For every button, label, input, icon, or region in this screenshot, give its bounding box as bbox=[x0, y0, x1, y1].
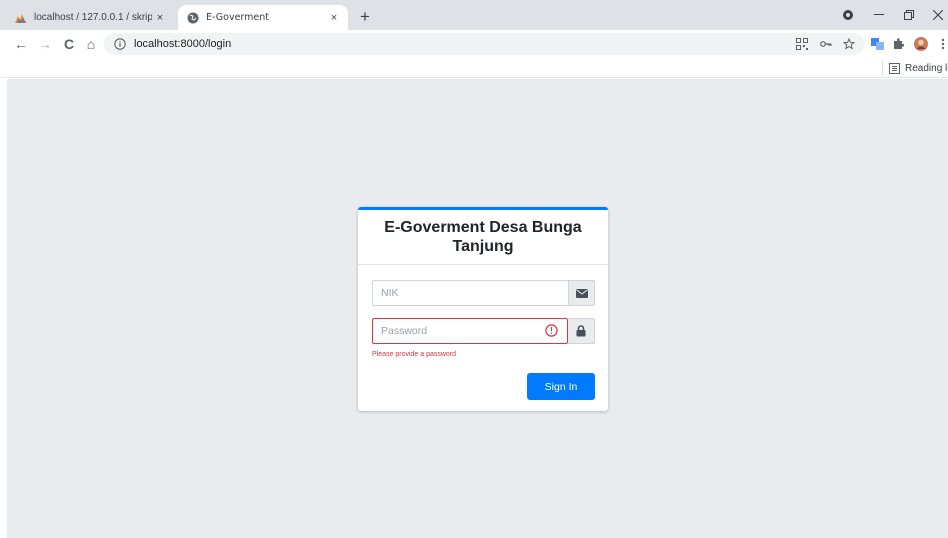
translate-extension-icon[interactable] bbox=[868, 35, 886, 53]
reload-icon[interactable]: C bbox=[60, 35, 78, 53]
back-arrow-icon[interactable]: ← bbox=[12, 35, 30, 53]
tab-phpmyadmin[interactable]: localhost / 127.0.0.1 / skripsi_am × bbox=[14, 5, 174, 30]
page-title: E-Goverment Desa Bunga Tanjung bbox=[384, 219, 582, 255]
tab-close-icon[interactable]: × bbox=[326, 10, 342, 26]
password-input-group: Password bbox=[372, 318, 595, 344]
globe-icon bbox=[186, 11, 200, 25]
sign-in-button[interactable]: Sign In bbox=[527, 373, 595, 400]
reading-list-icon bbox=[889, 62, 900, 74]
nik-field[interactable]: NIK bbox=[372, 280, 568, 306]
qr-code-icon[interactable] bbox=[793, 35, 811, 53]
bookmarks-bar: Reading list bbox=[0, 58, 948, 78]
reading-list-label: Reading list bbox=[905, 62, 948, 74]
login-card: E-Goverment Desa Bunga Tanjung NIK Passw… bbox=[358, 207, 608, 411]
phpmyadmin-favicon-icon bbox=[14, 11, 28, 25]
star-icon[interactable] bbox=[840, 35, 858, 53]
url-text: localhost:8000/login bbox=[134, 38, 232, 50]
bookmarks-separator bbox=[882, 61, 883, 75]
profile-record-icon[interactable] bbox=[838, 6, 858, 24]
login-card-header: E-Goverment Desa Bunga Tanjung bbox=[358, 210, 608, 265]
extensions-puzzle-icon[interactable] bbox=[889, 35, 907, 53]
address-bar[interactable]: localhost:8000/login bbox=[104, 33, 864, 55]
envelope-icon bbox=[568, 280, 595, 306]
password-field[interactable]: Password bbox=[372, 318, 568, 344]
key-icon[interactable] bbox=[817, 35, 835, 53]
tab-title: E-Goverment bbox=[206, 12, 270, 23]
restore-icon[interactable] bbox=[899, 6, 919, 24]
new-tab-button[interactable]: + bbox=[356, 7, 374, 26]
info-icon bbox=[114, 38, 126, 50]
password-error-message: Please provide a password bbox=[372, 351, 457, 358]
close-window-icon[interactable] bbox=[928, 6, 948, 24]
lock-icon bbox=[568, 318, 595, 344]
avatar[interactable] bbox=[912, 35, 930, 53]
menu-kebab-icon[interactable] bbox=[934, 35, 948, 53]
home-icon[interactable]: ⌂ bbox=[82, 35, 100, 53]
reading-list-button[interactable]: Reading list bbox=[889, 60, 948, 76]
tab-e-goverment[interactable]: E-Goverment × bbox=[178, 5, 348, 30]
nik-input-group: NIK bbox=[372, 280, 595, 306]
page-viewport: E-Goverment Desa Bunga Tanjung NIK Passw… bbox=[7, 79, 948, 538]
browser-tab-strip: localhost / 127.0.0.1 / skripsi_am × E-G… bbox=[0, 0, 948, 30]
forward-arrow-icon[interactable]: → bbox=[36, 35, 54, 53]
exclamation-circle-icon bbox=[545, 324, 558, 337]
tab-title: localhost / 127.0.0.1 / skripsi_am bbox=[34, 12, 152, 23]
minimize-icon[interactable] bbox=[869, 6, 889, 24]
browser-toolbar: ← → C ⌂ localhost:8000/login bbox=[0, 30, 948, 58]
tab-close-icon[interactable]: × bbox=[152, 10, 168, 26]
